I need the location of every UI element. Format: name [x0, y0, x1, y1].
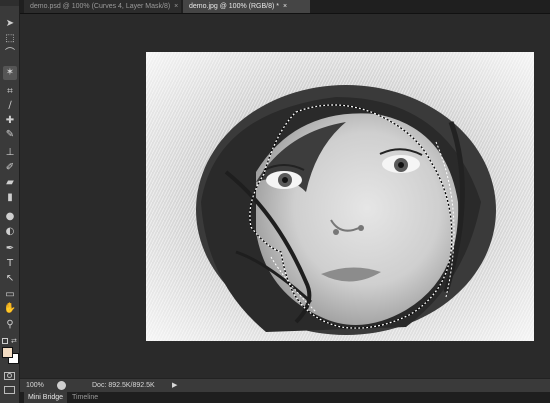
blur-tool-icon[interactable]: ●: [3, 210, 17, 224]
swap-colors-icon[interactable]: ⇄: [11, 337, 17, 345]
tab-timeline[interactable]: Timeline: [68, 392, 102, 403]
dodge-tool-icon[interactable]: ◐: [3, 225, 17, 239]
close-icon[interactable]: ×: [174, 3, 178, 10]
magic-wand-tool-icon[interactable]: ✶: [3, 66, 17, 80]
bottom-panel-bar: Mini Bridge Timeline: [20, 392, 550, 403]
tools-panel-grip[interactable]: [0, 0, 19, 6]
gradient-tool-icon[interactable]: ▮: [3, 191, 17, 205]
zoom-level[interactable]: 100%: [26, 379, 44, 393]
status-info-icon[interactable]: [57, 381, 66, 390]
path-selection-tool-icon[interactable]: ↖: [3, 272, 17, 286]
healing-brush-tool-icon[interactable]: ✚: [3, 114, 17, 128]
close-icon[interactable]: ×: [283, 3, 287, 10]
crop-tool-icon[interactable]: ⌗: [3, 85, 17, 99]
status-menu-arrow-icon[interactable]: ▶: [172, 379, 177, 393]
type-tool-icon[interactable]: T: [3, 257, 17, 271]
document-image[interactable]: [146, 52, 534, 341]
default-colors-icon[interactable]: [2, 338, 8, 344]
clone-stamp-tool-icon[interactable]: ⊥: [3, 146, 17, 160]
tab-demo-psd[interactable]: demo.psd @ 100% (Curves 4, Layer Mask/8)…: [24, 0, 181, 13]
tab-label: demo.jpg @ 100% (RGB/8) *: [189, 3, 279, 10]
document-size: Doc: 892.5K/892.5K: [92, 382, 155, 389]
foreground-color-swatch[interactable]: [2, 347, 13, 358]
shape-tool-icon[interactable]: ▭: [3, 288, 17, 302]
quick-mask-icon[interactable]: [4, 372, 15, 380]
document-tab-bar: demo.psd @ 100% (Curves 4, Layer Mask/8)…: [20, 0, 550, 14]
brush-tool-icon[interactable]: ✎: [3, 128, 17, 142]
marquee-tool-icon[interactable]: ⬚: [3, 32, 17, 46]
tab-mini-bridge[interactable]: Mini Bridge: [24, 392, 68, 403]
zoom-tool-icon[interactable]: ⚲: [3, 318, 17, 332]
eyedropper-tool-icon[interactable]: ∕: [3, 99, 17, 113]
lasso-tool-icon[interactable]: ⌒: [3, 47, 17, 61]
status-bar: 100% Doc: 892.5K/892.5K ▶: [20, 378, 550, 393]
tools-panel: ➤ ⬚ ⌒ ✶ ⌗ ∕ ✚ ✎ ⊥ ✐ ▰ ▮ ● ◐ ✒ T ↖ ▭ ✋ ⚲ ⇄: [0, 0, 20, 403]
move-tool-icon[interactable]: ➤: [3, 17, 17, 31]
eraser-tool-icon[interactable]: ▰: [3, 176, 17, 190]
hand-tool-icon[interactable]: ✋: [3, 302, 17, 316]
history-brush-tool-icon[interactable]: ✐: [3, 161, 17, 175]
tab-label: demo.psd @ 100% (Curves 4, Layer Mask/8): [30, 3, 171, 10]
pen-tool-icon[interactable]: ✒: [3, 242, 17, 256]
tab-demo-jpg[interactable]: demo.jpg @ 100% (RGB/8) * ×: [183, 0, 310, 13]
screen-mode-icon[interactable]: [4, 386, 15, 394]
